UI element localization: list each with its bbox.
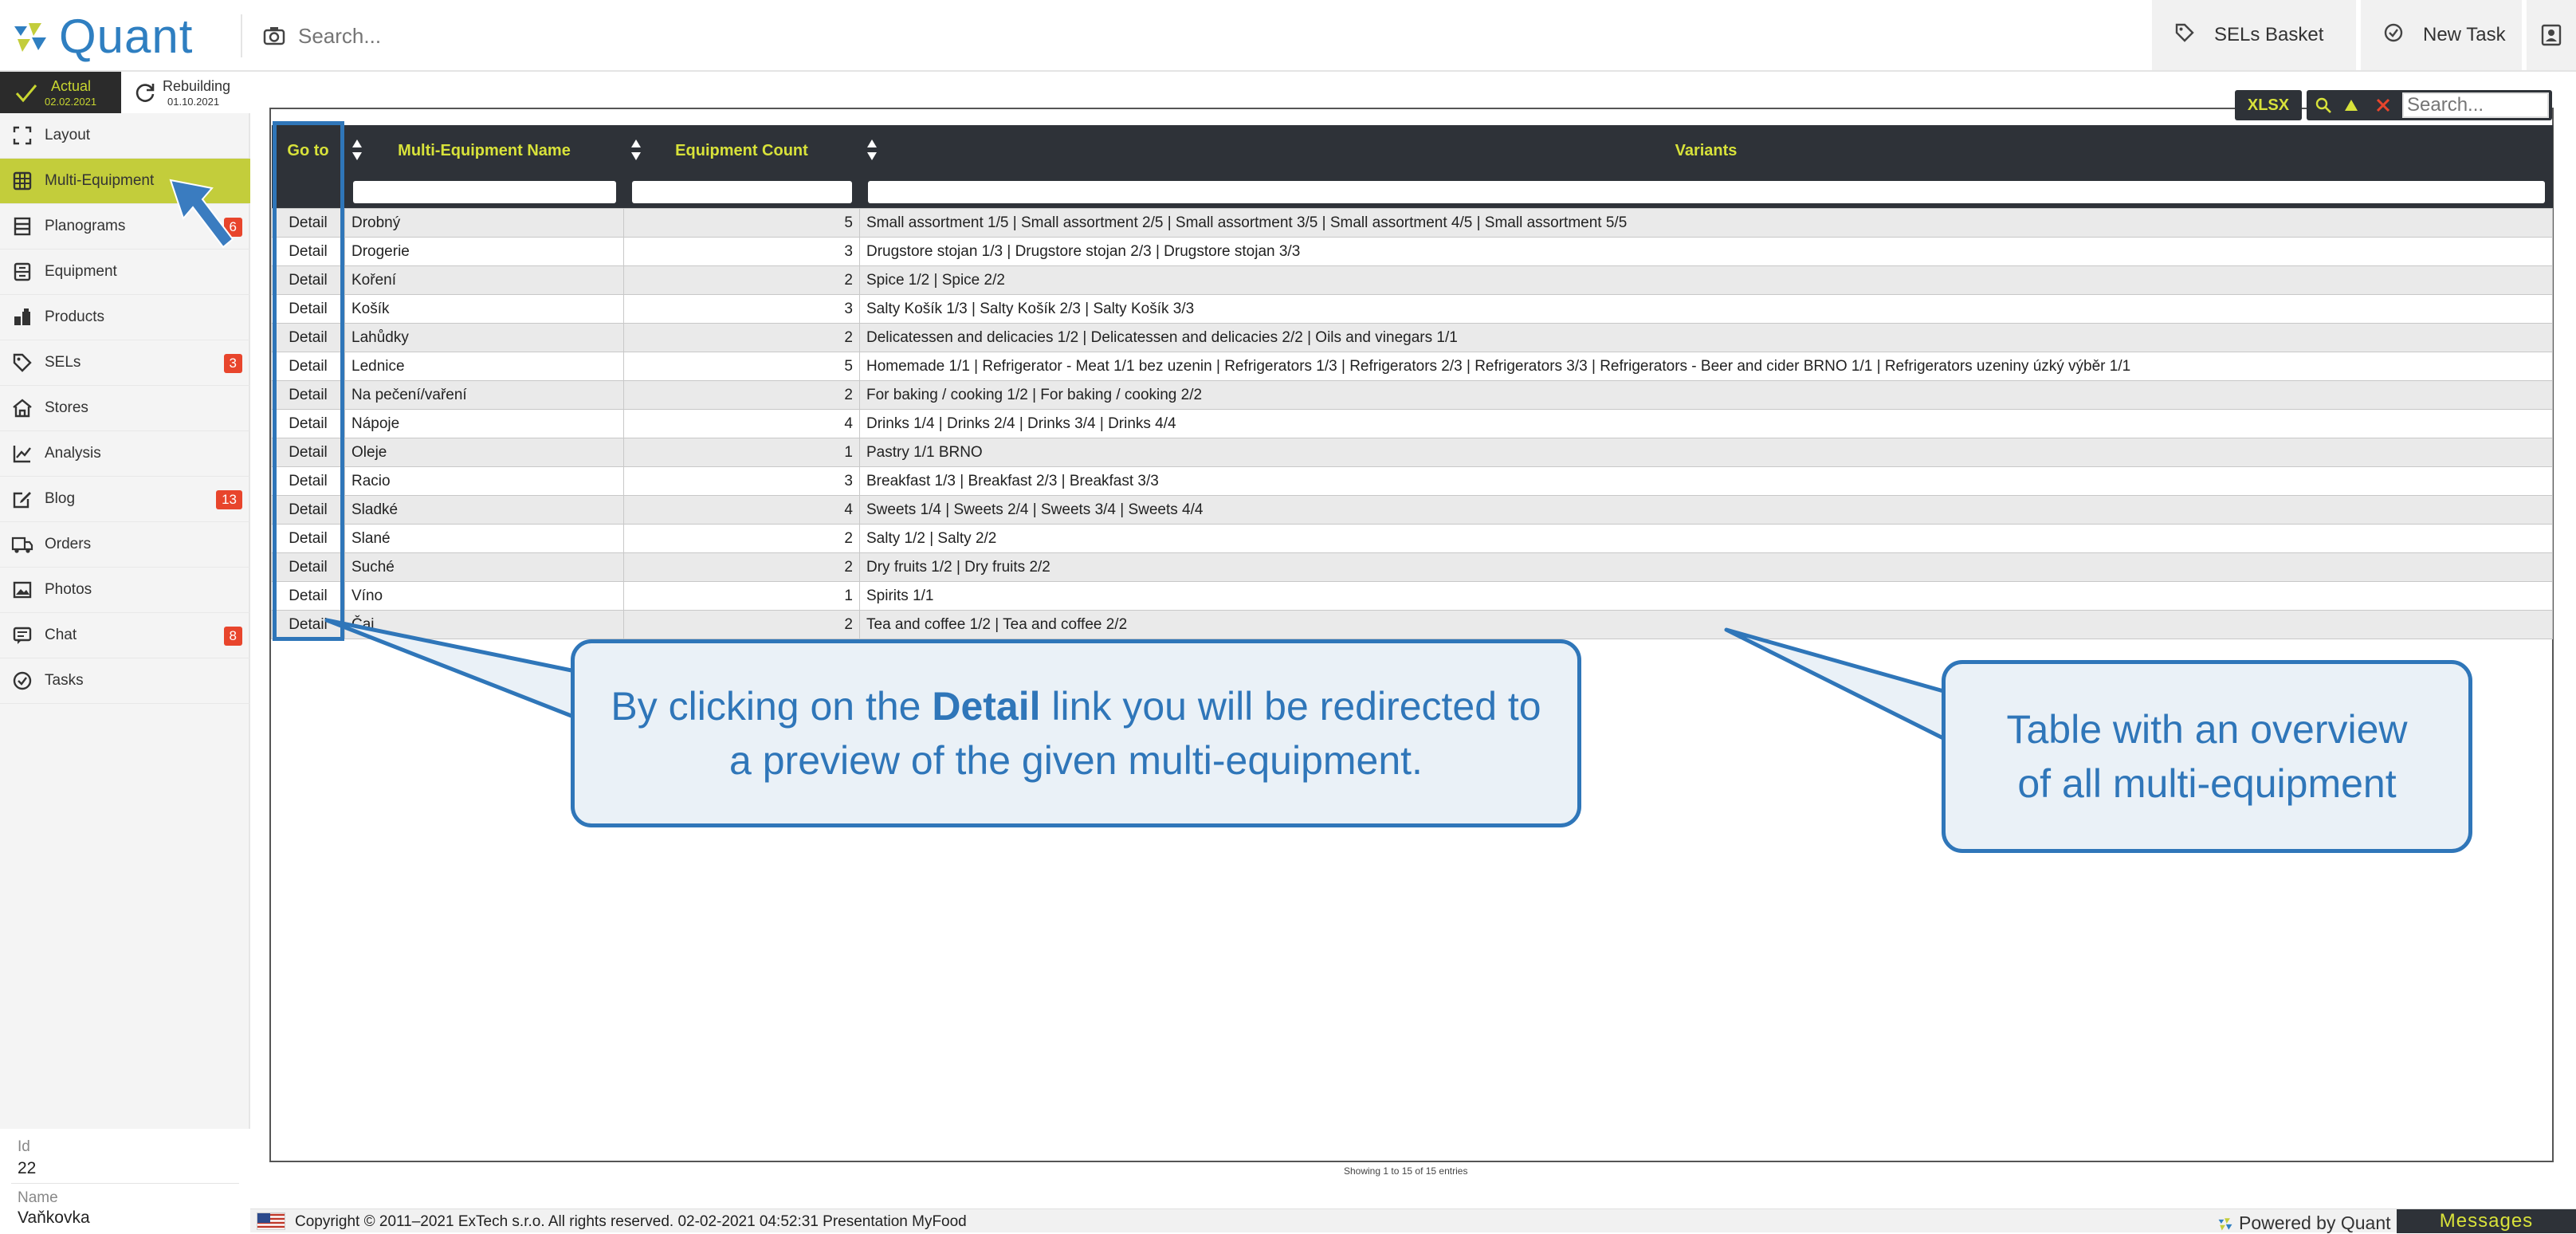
powered-by-label: Powered by Quant [2239,1212,2391,1233]
table-callout: Table with an overview of all multi-equi… [1942,660,2472,853]
table-callout-text: Table with an overview of all multi-equi… [2006,707,2408,806]
messages-button[interactable]: Messages [2397,1209,2576,1233]
detail-callout-prefix: By clicking on the [611,684,933,729]
us-flag-icon[interactable] [257,1212,285,1230]
powered-by: Powered by Quant [2217,1212,2391,1234]
copyright-text: Copyright © 2011–2021 ExTech s.r.o. All … [295,1213,967,1230]
detail-callout-bold: Detail [932,684,1041,729]
quant-logo-icon [2218,1217,2232,1230]
detail-callout-text: By clicking on the Detail link you will … [607,679,1545,788]
footer: Copyright © 2011–2021 ExTech s.r.o. All … [250,1208,2576,1234]
detail-callout: By clicking on the Detail link you will … [571,639,1581,827]
callout-pointers [324,618,1948,742]
